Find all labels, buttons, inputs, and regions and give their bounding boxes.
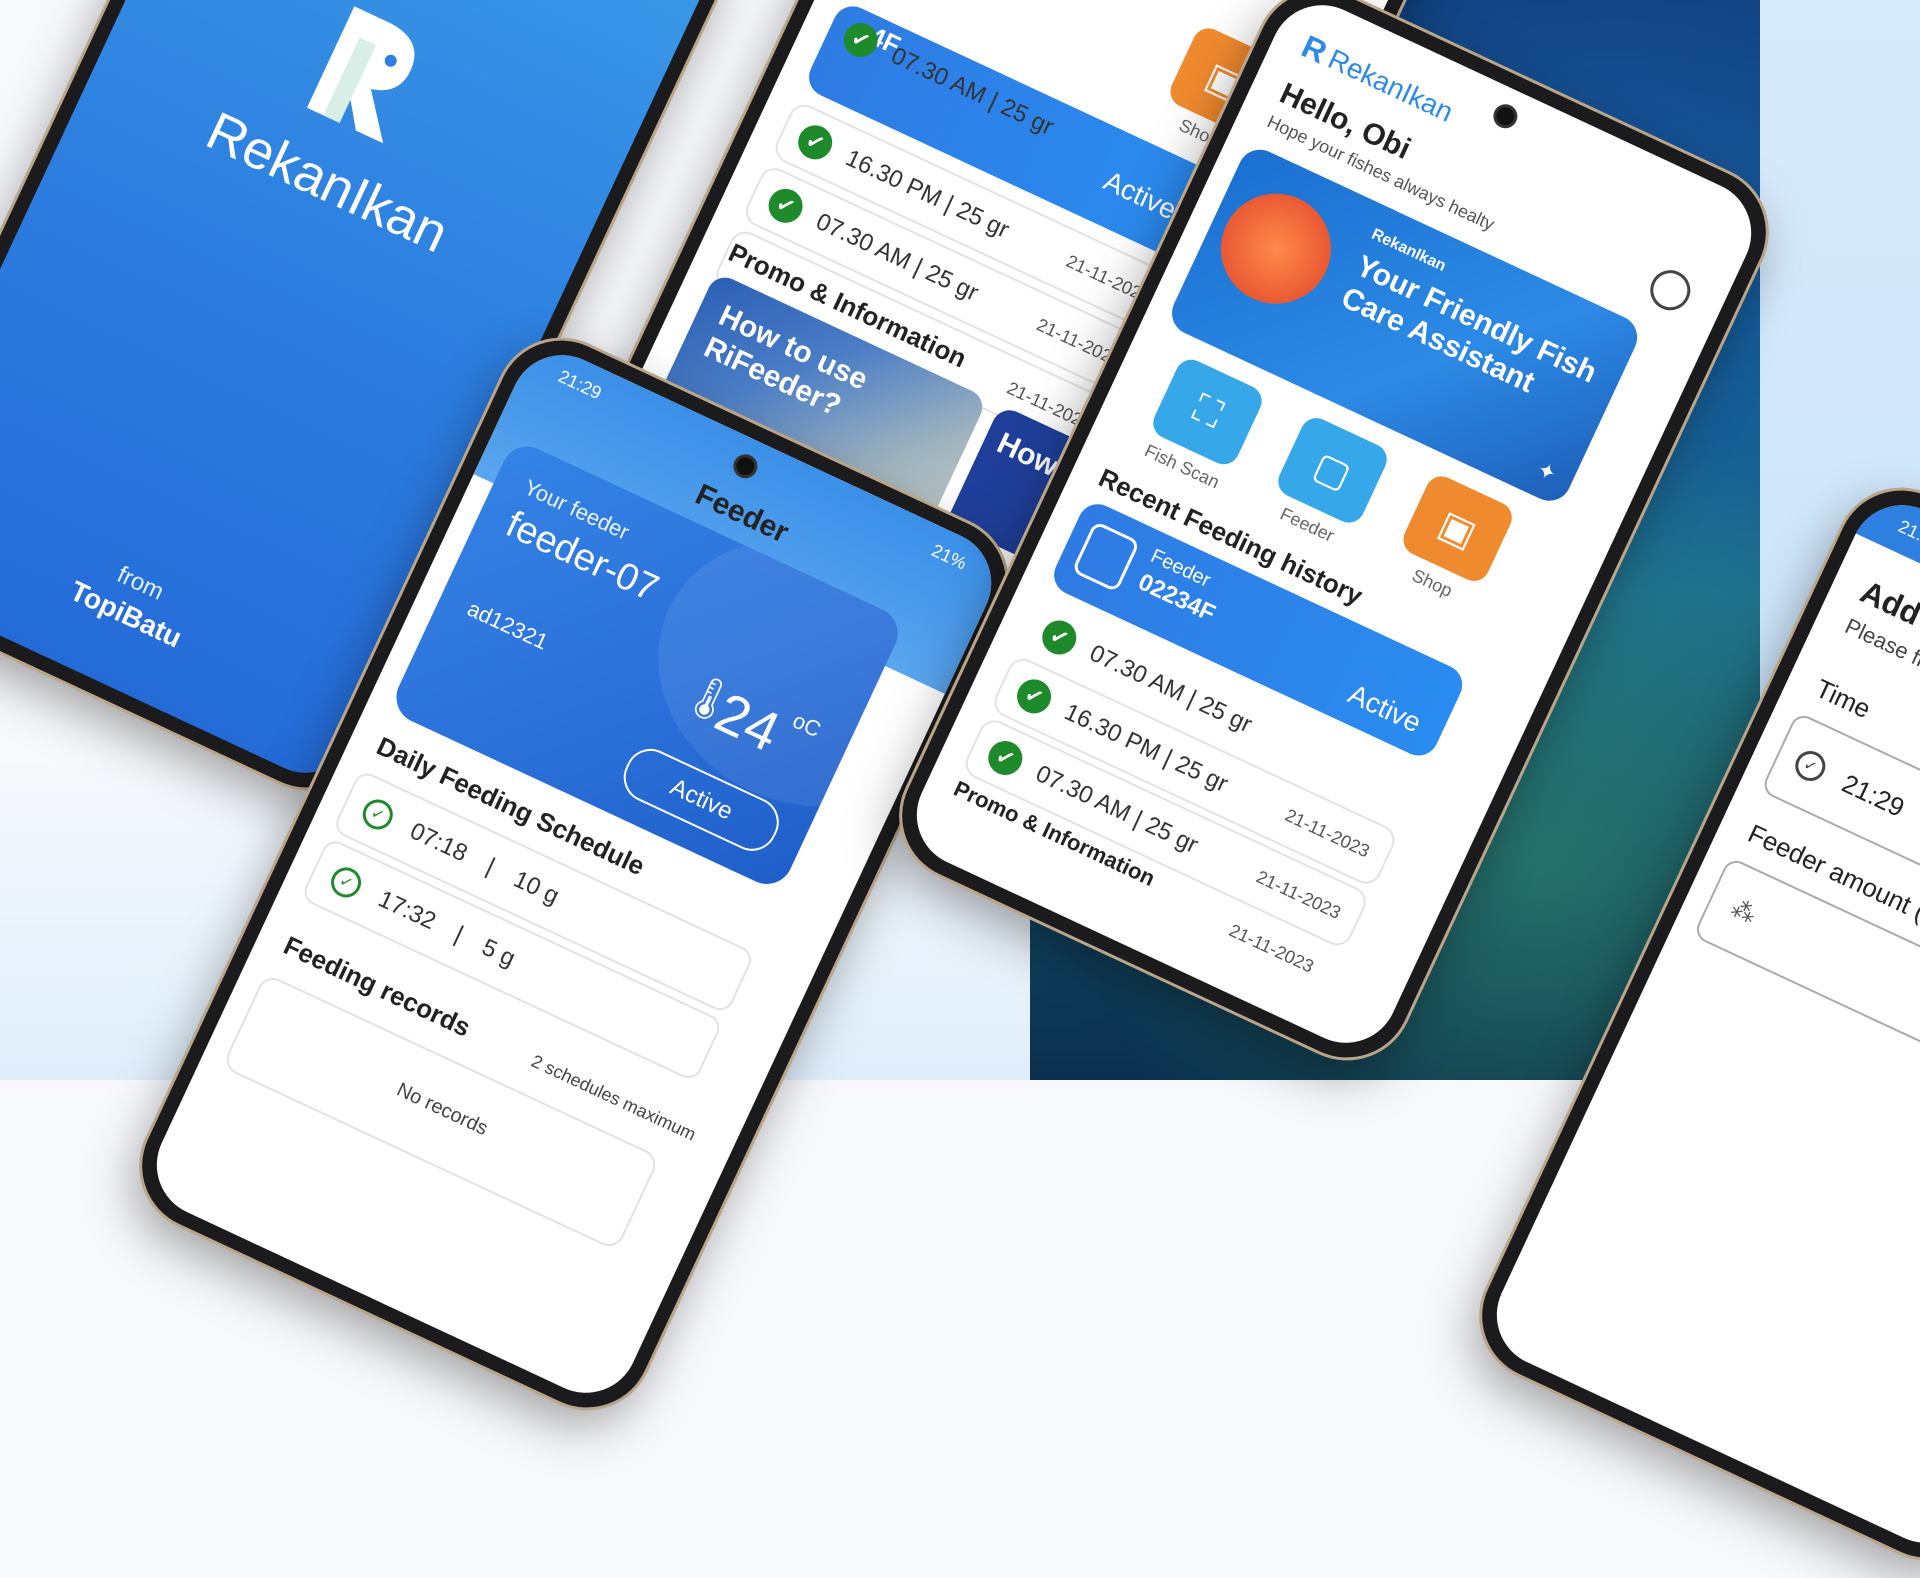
feeder-device-icon bbox=[1071, 520, 1141, 593]
history-date: 21-11-2023 bbox=[1282, 804, 1373, 861]
thermometer-icon: 🌡 bbox=[675, 665, 744, 731]
schedule-divider: | bbox=[481, 852, 500, 881]
check-icon: ✓ bbox=[1036, 614, 1082, 661]
shop-icon: ▣ bbox=[1432, 502, 1483, 556]
scan-icon: ⛶ bbox=[1186, 386, 1229, 437]
schedule-divider: | bbox=[450, 920, 468, 949]
active-label: Active bbox=[1343, 678, 1426, 739]
sparkle-icon: ✦ bbox=[1533, 456, 1561, 487]
status-time: 21:29 bbox=[1895, 515, 1920, 553]
schedule-amount: 10 g bbox=[509, 865, 564, 910]
schedule-amount: 5 g bbox=[477, 933, 520, 973]
schedule-time: 17:32 bbox=[374, 885, 440, 936]
check-icon: ✓ bbox=[838, 17, 884, 63]
check-icon: ✓ bbox=[763, 183, 809, 229]
profile-icon[interactable] bbox=[1643, 263, 1697, 317]
alarm-icon: ✓ bbox=[1790, 746, 1831, 786]
feeder-id: ad12321 bbox=[463, 595, 552, 655]
active-toggle-button[interactable]: Active bbox=[615, 740, 787, 859]
status-battery: 21% bbox=[928, 539, 970, 574]
time-value: 21:29 bbox=[1837, 767, 1910, 823]
alarm-icon: ✓ bbox=[357, 794, 398, 835]
temperature-value: 24 bbox=[706, 679, 790, 764]
no-records-text: No records bbox=[393, 1078, 492, 1140]
fish-illustration bbox=[1202, 175, 1350, 322]
active-label: Active bbox=[666, 773, 737, 826]
time-label: Time bbox=[1811, 673, 1876, 725]
rekanikan-logo-icon bbox=[307, 6, 415, 144]
check-icon: ✓ bbox=[982, 735, 1028, 781]
amount-icon: ⁂ bbox=[1727, 894, 1761, 929]
temperature-unit: oC bbox=[788, 707, 825, 743]
feeder-icon: ▢ bbox=[1307, 444, 1358, 498]
status-time: 21:29 bbox=[555, 365, 605, 403]
schedule-time: 07:18 bbox=[405, 817, 472, 868]
check-icon: ✓ bbox=[1011, 673, 1057, 719]
banner-title: Your Friendly Fish Care Assistant bbox=[1336, 249, 1602, 399]
front-camera bbox=[1489, 100, 1522, 133]
check-icon: ✓ bbox=[792, 119, 838, 165]
alarm-icon: ✓ bbox=[326, 862, 367, 903]
